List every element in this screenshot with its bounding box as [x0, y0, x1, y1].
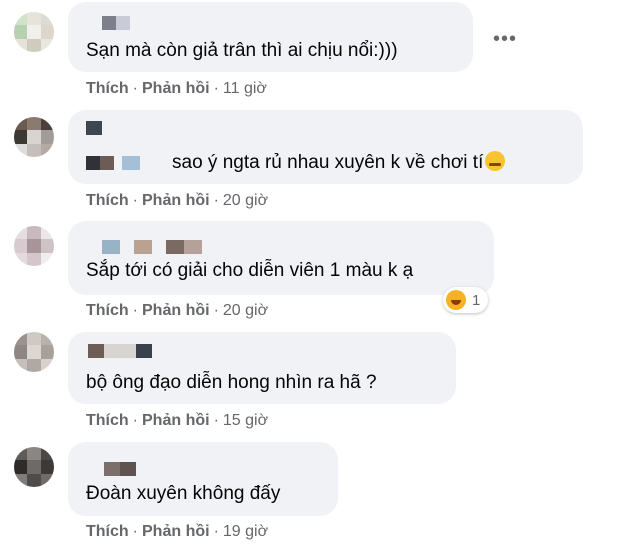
reaction-summary[interactable]: 1: [443, 287, 489, 313]
author-name-redacted[interactable]: [86, 121, 102, 135]
author-name-redacted[interactable]: [88, 344, 152, 358]
like-button[interactable]: Thích: [86, 523, 129, 540]
like-button[interactable]: Thích: [86, 302, 129, 319]
author-name-redacted-line2: [86, 156, 140, 170]
reply-button[interactable]: Phản hồi: [142, 80, 210, 97]
comment-actions: Thích · Phản hồi · 20 giờ: [86, 192, 269, 209]
comment-actions: Thích · Phản hồi · 15 giờ: [86, 412, 269, 429]
comment-text: Sắp tới có giải cho diễn viên 1 màu k ạ: [86, 260, 414, 281]
timestamp[interactable]: 20 giờ: [223, 192, 268, 209]
comment-bubble: Sắp tới có giải cho diễn viên 1 màu k ạ: [68, 221, 494, 295]
like-button[interactable]: Thích: [86, 412, 129, 429]
comment-text: Đoàn xuyên không đấy: [86, 483, 281, 504]
avatar[interactable]: [14, 226, 54, 266]
avatar[interactable]: [14, 12, 54, 52]
timestamp[interactable]: 11 giờ: [223, 80, 267, 97]
timestamp[interactable]: 15 giờ: [223, 412, 268, 429]
comment-text: sao ý ngta rủ nhau xuyên k về chơi tí: [172, 151, 506, 174]
author-name-redacted[interactable]: [102, 16, 130, 30]
crying-laughing-face-icon: [485, 151, 506, 171]
reply-button[interactable]: Phản hồi: [142, 302, 210, 319]
comment-bubble: Đoàn xuyên không đấy: [68, 442, 338, 516]
comment-actions: Thích · Phản hồi · 19 giờ: [86, 523, 269, 540]
timestamp[interactable]: 20 giờ: [223, 302, 268, 319]
comment-bubble: sao ý ngta rủ nhau xuyên k về chơi tí: [68, 110, 583, 184]
reply-button[interactable]: Phản hồi: [142, 523, 210, 540]
reaction-count: 1: [472, 291, 481, 309]
avatar[interactable]: [14, 117, 54, 157]
avatar[interactable]: [14, 332, 54, 372]
comment-bubble: Sạn mà còn giả trân thì ai chịu nổi:))): [68, 2, 473, 72]
comment-bubble: bộ ông đạo diễn hong nhìn ra hã ?: [68, 332, 456, 404]
like-button[interactable]: Thích: [86, 192, 129, 209]
timestamp[interactable]: 19 giờ: [223, 523, 268, 540]
more-options-icon[interactable]: •••: [493, 28, 517, 51]
comment-actions: Thích · Phản hồi · 20 giờ: [86, 302, 269, 319]
comment-text: Sạn mà còn giả trân thì ai chịu nổi:))): [86, 40, 398, 61]
like-button[interactable]: Thích: [86, 80, 129, 97]
avatar[interactable]: [14, 447, 54, 487]
author-name-redacted[interactable]: [104, 462, 136, 476]
comment-text: bộ ông đạo diễn hong nhìn ra hã ?: [86, 372, 377, 393]
reply-button[interactable]: Phản hồi: [142, 412, 210, 429]
comment-actions: Thích · Phản hồi · 11 giờ: [86, 80, 267, 97]
author-name-redacted[interactable]: [102, 240, 202, 254]
reply-button[interactable]: Phản hồi: [142, 192, 210, 209]
haha-reaction-icon: [446, 290, 466, 310]
